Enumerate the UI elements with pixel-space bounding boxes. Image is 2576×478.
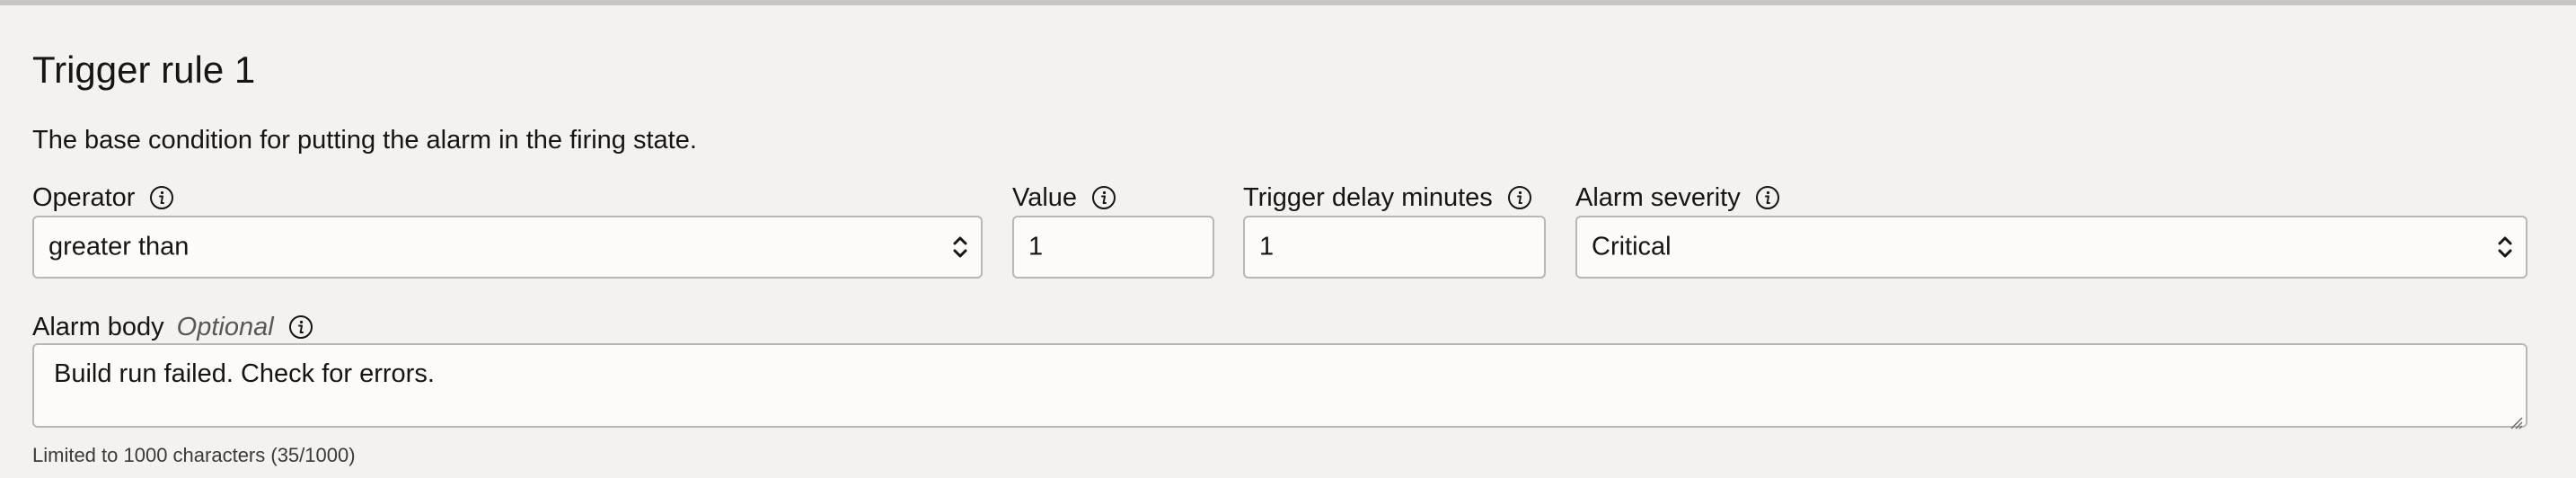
trigger-delay-input-value: 1: [1259, 232, 1275, 261]
section-title: Trigger rule 1: [32, 49, 256, 91]
alarm-body-textarea-value: Build run failed. Check for errors.: [54, 359, 435, 388]
alarm-body-label-row: Alarm body Optional: [32, 309, 313, 345]
trigger-delay-input[interactable]: 1: [1243, 216, 1546, 279]
alarm-body-optional-label: Optional: [176, 313, 274, 341]
operator-label: Operator: [32, 183, 136, 212]
operator-select-value: greater than: [49, 232, 190, 261]
trigger-delay-label-row: Trigger delay minutes: [1243, 180, 1532, 216]
value-input-value: 1: [1028, 232, 1044, 261]
value-label-row: Value: [1012, 180, 1116, 216]
trigger-delay-label: Trigger delay minutes: [1243, 183, 1493, 212]
alarm-body-info-icon[interactable]: [288, 314, 313, 340]
alarm-body-textarea[interactable]: Build run failed. Check for errors.: [32, 343, 2527, 429]
chevron-up-down-icon: [2495, 229, 2515, 265]
alarm-severity-label-row: Alarm severity: [1575, 180, 1780, 216]
chevron-up-down-icon: [950, 229, 970, 265]
operator-label-row: Operator: [32, 180, 174, 216]
alarm-severity-select-value: Critical: [1592, 232, 1672, 261]
alarm-severity-select[interactable]: Critical: [1575, 216, 2527, 279]
value-input[interactable]: 1: [1012, 216, 1214, 279]
alarm-severity-label: Alarm severity: [1575, 183, 1741, 212]
trigger-rule-panel: Trigger rule 1 The base condition for pu…: [0, 5, 2576, 478]
resize-grip-icon[interactable]: [2508, 408, 2524, 429]
character-count-hint: Limited to 1000 characters (35/1000): [32, 444, 356, 466]
alarm-body-label: Alarm body: [32, 313, 164, 341]
value-info-icon[interactable]: [1091, 185, 1116, 210]
operator-select[interactable]: greater than: [32, 216, 983, 279]
value-label: Value: [1012, 183, 1078, 212]
trigger-delay-info-icon[interactable]: [1507, 185, 1532, 210]
section-description: The base condition for putting the alarm…: [32, 126, 697, 155]
operator-info-icon[interactable]: [149, 185, 174, 210]
alarm-severity-info-icon[interactable]: [1755, 185, 1780, 210]
